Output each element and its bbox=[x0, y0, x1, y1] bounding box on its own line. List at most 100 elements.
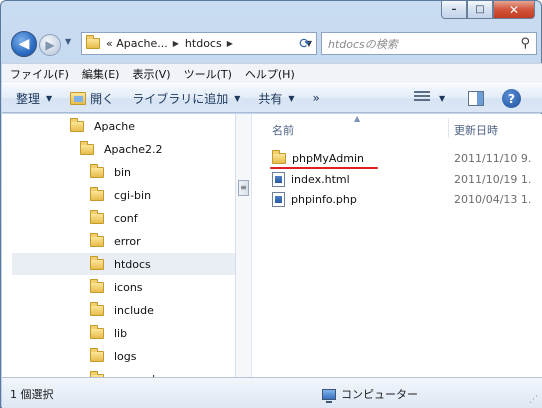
tree-item-label: include bbox=[114, 303, 154, 317]
maximize-icon: □ bbox=[475, 3, 485, 15]
content-area: Apache Apache2.2 bin cgi-bin conf error … bbox=[2, 114, 542, 377]
navigation-bar: ◀ ▶ ▼ « Apache... ▶ htdocs ▶ ▼ ⟳ htdocsの… bbox=[7, 29, 537, 59]
refresh-button[interactable]: ⟳ bbox=[293, 32, 317, 55]
location-label: コンピューター bbox=[341, 388, 418, 401]
status-bar: 1 個選択 コンピューター ⋰ bbox=[2, 377, 542, 408]
resize-grip-icon[interactable]: ⋰ bbox=[529, 395, 538, 405]
sort-ascending-icon: ▲ bbox=[354, 114, 361, 123]
tree-item-conf[interactable]: conf bbox=[90, 207, 138, 229]
help-icon[interactable]: ? bbox=[502, 89, 521, 108]
file-date: 2011/11/10 9. bbox=[454, 151, 532, 165]
folder-icon bbox=[90, 255, 104, 270]
computer-icon bbox=[322, 388, 336, 403]
file-date: 2011/10/19 1. bbox=[454, 172, 532, 186]
forward-button[interactable]: ▶ bbox=[39, 34, 61, 56]
forward-arrow-icon: ▶ bbox=[45, 38, 55, 52]
tree-item-label: logs bbox=[114, 349, 137, 363]
tree-item-label: bin bbox=[114, 165, 132, 179]
include-library-label: ライブラリに追加 bbox=[132, 91, 229, 106]
file-name: phpMyAdmin bbox=[292, 151, 364, 165]
folder-icon bbox=[70, 117, 84, 132]
address-bar[interactable]: « Apache... ▶ htdocs ▶ ▼ bbox=[81, 32, 317, 55]
scrollbar-thumb[interactable]: ≡ bbox=[238, 180, 249, 196]
caption-buttons: – □ ✕ bbox=[441, 1, 535, 19]
more-commands-button[interactable]: » bbox=[313, 91, 320, 105]
search-icon[interactable]: ⚲ bbox=[520, 36, 530, 51]
tree-item-label: Apache bbox=[94, 119, 136, 133]
tree-item-label: conf bbox=[114, 211, 138, 225]
folder-icon bbox=[90, 347, 104, 362]
open-folder-icon bbox=[70, 91, 87, 105]
column-header-date[interactable]: 更新日時 bbox=[454, 122, 498, 138]
refresh-icon: ⟳ bbox=[299, 35, 311, 52]
tree-item-label: icons bbox=[114, 280, 143, 294]
breadcrumb-separator-icon[interactable]: ▶ bbox=[227, 39, 233, 48]
column-header-row: 名前 ▲ 更新日時 bbox=[252, 114, 542, 139]
back-arrow-icon: ◀ bbox=[18, 36, 30, 52]
folder-icon bbox=[90, 209, 104, 224]
location-indicator: コンピューター bbox=[322, 386, 418, 403]
file-list[interactable]: 名前 ▲ 更新日時 phpMyAdmin 2011/11/10 9. index… bbox=[252, 114, 542, 377]
column-divider[interactable] bbox=[448, 118, 449, 138]
file-row-phpinfo-php[interactable]: phpinfo.php 2010/04/13 1. bbox=[272, 189, 542, 209]
chevron-down-icon: ▼ bbox=[46, 93, 53, 103]
folder-icon bbox=[90, 163, 104, 178]
close-button[interactable]: ✕ bbox=[493, 1, 535, 19]
menu-file[interactable]: ファイル(F) bbox=[10, 66, 69, 82]
folder-icon bbox=[80, 140, 94, 155]
navigation-pane[interactable]: Apache Apache2.2 bin cgi-bin conf error … bbox=[2, 114, 236, 377]
file-name: index.html bbox=[291, 172, 350, 186]
breadcrumb-separator-icon[interactable]: ▶ bbox=[173, 39, 179, 48]
folder-icon bbox=[90, 232, 104, 247]
folder-icon bbox=[272, 149, 286, 164]
open-button[interactable]: 開く bbox=[70, 90, 114, 107]
tree-item-apache[interactable]: Apache bbox=[70, 115, 135, 137]
organize-label: 整理 bbox=[16, 91, 41, 106]
menu-help[interactable]: ヘルプ(H) bbox=[245, 66, 295, 82]
file-date: 2010/04/13 1. bbox=[454, 192, 532, 206]
tree-item-htdocs[interactable]: htdocs bbox=[12, 253, 235, 275]
tree-item-apache2-2[interactable]: Apache2.2 bbox=[80, 138, 163, 160]
tree-item-include[interactable]: include bbox=[90, 299, 154, 321]
tree-item-manual[interactable]: manual bbox=[90, 368, 155, 377]
close-icon: ✕ bbox=[508, 2, 520, 17]
folder-icon bbox=[90, 324, 104, 339]
menu-view[interactable]: 表示(V) bbox=[132, 66, 170, 82]
folder-icon bbox=[90, 278, 104, 293]
breadcrumb-apache[interactable]: « Apache... bbox=[106, 37, 168, 50]
tree-item-bin[interactable]: bin bbox=[90, 161, 131, 183]
file-row-phpmyadmin[interactable]: phpMyAdmin 2011/11/10 9. bbox=[268, 148, 542, 170]
minimize-icon: – bbox=[451, 3, 457, 15]
tree-item-label: htdocs bbox=[114, 257, 151, 271]
file-row-index-html[interactable]: index.html 2011/10/19 1. bbox=[272, 169, 542, 189]
tree-item-label: Apache2.2 bbox=[104, 142, 163, 156]
share-button[interactable]: 共有 ▼ bbox=[258, 90, 294, 107]
back-button[interactable]: ◀ bbox=[11, 31, 37, 57]
search-input[interactable]: htdocsの検索 ⚲ bbox=[321, 32, 537, 55]
column-header-name[interactable]: 名前 bbox=[272, 122, 294, 138]
navigation-pane-scrollbar[interactable]: ≡ bbox=[236, 114, 252, 377]
menu-edit[interactable]: 編集(E) bbox=[82, 66, 120, 82]
recent-pages-dropdown[interactable]: ▼ bbox=[65, 37, 71, 46]
chevron-down-icon: ▼ bbox=[234, 93, 241, 103]
include-in-library-button[interactable]: ライブラリに追加 ▼ bbox=[132, 90, 240, 107]
tree-item-logs[interactable]: logs bbox=[90, 345, 137, 367]
command-bar: 整理 ▼ 開く ライブラリに追加 ▼ 共有 ▼ » ▼ ? bbox=[2, 83, 542, 113]
tree-item-error[interactable]: error bbox=[90, 230, 141, 252]
change-view-icon[interactable] bbox=[414, 91, 430, 105]
menu-tools[interactable]: ツール(T) bbox=[184, 66, 232, 82]
chevron-down-icon: ▼ bbox=[288, 93, 295, 103]
tree-item-lib[interactable]: lib bbox=[90, 322, 127, 344]
menu-bar: ファイル(F) 編集(E) 表示(V) ツール(T) ヘルプ(H) bbox=[2, 63, 542, 83]
maximize-button[interactable]: □ bbox=[467, 1, 493, 19]
preview-pane-icon[interactable] bbox=[468, 91, 484, 106]
tree-item-label: error bbox=[114, 234, 141, 248]
tree-item-label: cgi-bin bbox=[114, 188, 152, 202]
tree-item-icons[interactable]: icons bbox=[90, 276, 143, 298]
breadcrumb-htdocs[interactable]: htdocs bbox=[185, 37, 222, 50]
organize-button[interactable]: 整理 ▼ bbox=[16, 90, 52, 107]
tree-item-cgi-bin[interactable]: cgi-bin bbox=[90, 184, 151, 206]
minimize-button[interactable]: – bbox=[441, 1, 467, 19]
folder-icon bbox=[90, 301, 104, 316]
view-options-dropdown[interactable]: ▼ bbox=[439, 94, 445, 103]
